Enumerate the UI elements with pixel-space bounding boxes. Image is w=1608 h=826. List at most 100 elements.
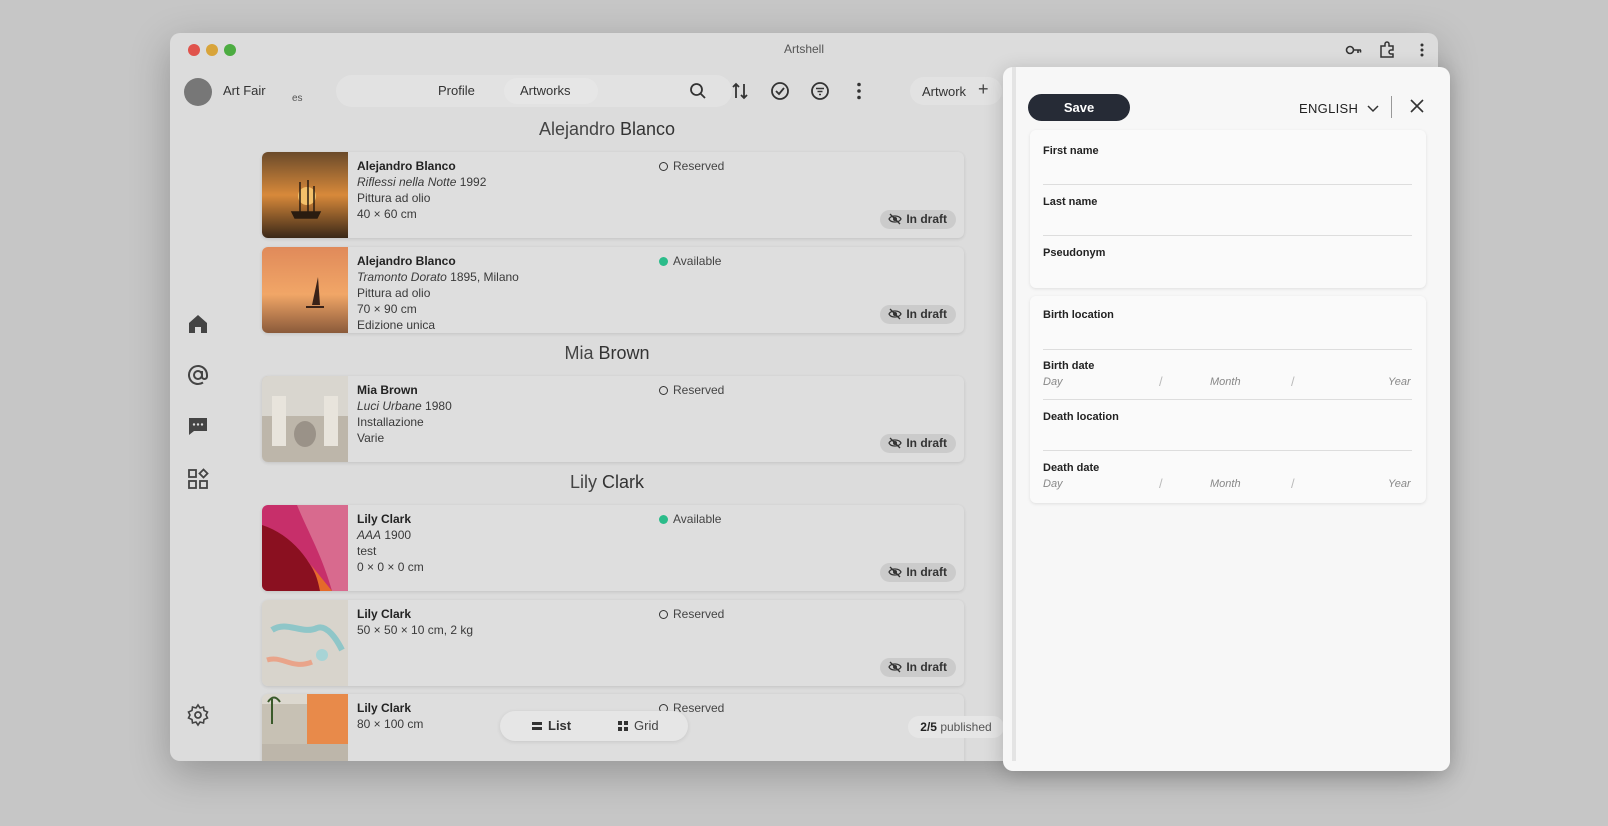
view-toggle: List Grid	[500, 711, 688, 741]
birth-location-field[interactable]	[1043, 349, 1412, 350]
death-location-label: Death location	[1043, 411, 1119, 423]
eye-off-icon	[888, 308, 903, 320]
card-title: Luci Urbane 1980	[357, 399, 452, 413]
org-subtitle: es	[292, 93, 303, 104]
sort-icon[interactable]	[728, 79, 752, 103]
birth-month-input[interactable]: Month	[1210, 376, 1241, 388]
card-dimensions: 70 × 90 cm	[357, 302, 417, 316]
available-dot-icon	[659, 257, 668, 266]
list-view-button[interactable]: List	[532, 718, 571, 733]
at-sign-icon[interactable]	[186, 363, 210, 387]
card-artist: Lily Clark	[357, 701, 412, 715]
artwork-thumbnail	[262, 152, 348, 238]
eye-off-icon	[888, 213, 903, 225]
draft-badge[interactable]: In draft	[880, 305, 956, 324]
card-medium: test	[357, 544, 377, 558]
available-dot-icon	[659, 515, 668, 524]
chat-icon[interactable]	[186, 414, 210, 438]
status-badge: Available	[659, 512, 721, 526]
artwork-card[interactable]: Lily Clark AAA 1900 test 0 × 0 × 0 cm Av…	[262, 505, 964, 591]
add-artwork-button[interactable]: Artwork +	[910, 77, 1002, 105]
tab-artworks[interactable]: Artworks	[520, 83, 571, 98]
artist-heading: Mia Brown	[564, 343, 650, 363]
death-day-input[interactable]: Day	[1043, 478, 1063, 490]
card-edition: Edizione unica	[357, 318, 436, 332]
status-badge: Available	[659, 254, 721, 268]
birth-year-input[interactable]: Year	[1388, 376, 1411, 388]
title-bar: Artshell	[170, 33, 1438, 65]
pseudonym-field[interactable]	[1043, 280, 1412, 281]
birth-day-input[interactable]: Day	[1043, 376, 1063, 388]
draft-badge[interactable]: In draft	[880, 434, 956, 453]
grid-view-button[interactable]: Grid	[618, 718, 659, 733]
card-dimensions: 50 × 50 × 10 cm, 2 kg	[357, 623, 474, 637]
artwork-thumbnail	[262, 247, 348, 333]
death-location-field[interactable]	[1043, 450, 1412, 451]
date-separator: /	[1159, 374, 1163, 389]
artwork-thumbnail	[262, 505, 348, 591]
close-icon[interactable]	[1408, 97, 1426, 115]
card-dimensions: Varie	[357, 431, 385, 445]
window-title: Artshell	[783, 42, 824, 56]
date-separator: /	[1291, 374, 1295, 389]
first-name-field[interactable]	[1043, 184, 1412, 185]
tab-profile[interactable]: Profile	[438, 83, 475, 98]
save-button[interactable]: Save	[1028, 94, 1130, 121]
draft-badge[interactable]: In draft	[880, 658, 956, 677]
add-artwork-label: Artwork	[922, 84, 967, 99]
clock-icon	[659, 162, 668, 171]
key-icon[interactable]	[1345, 41, 1363, 59]
draft-badge[interactable]: In draft	[880, 210, 956, 229]
draft-badge[interactable]: In draft	[880, 563, 956, 582]
grid-icon	[618, 721, 628, 731]
published-count-badge: 2/5 published	[908, 716, 1004, 738]
card-title: AAA 1900	[357, 528, 412, 542]
artwork-thumbnail	[262, 376, 348, 462]
org-avatar[interactable]	[184, 78, 212, 106]
birth-location-label: Birth location	[1043, 309, 1114, 321]
card-medium: Pittura ad olio	[357, 286, 431, 300]
card-medium: Installazione	[357, 415, 424, 429]
artwork-card[interactable]: Mia Brown Luci Urbane 1980 Installazione…	[262, 376, 964, 462]
more-options-icon[interactable]	[847, 79, 871, 103]
clock-icon	[659, 386, 668, 395]
artwork-card[interactable]: Alejandro Blanco Riflessi nella Notte 19…	[262, 152, 964, 238]
eye-off-icon	[888, 437, 903, 449]
chevron-down-icon	[1367, 105, 1379, 113]
artist-heading: Lily Clark	[569, 472, 645, 492]
birth-date-label: Birth date	[1043, 360, 1095, 372]
card-dimensions: 40 × 60 cm	[357, 207, 417, 221]
org-name[interactable]: Art Fair	[223, 83, 266, 98]
date-separator: /	[1159, 476, 1163, 491]
language-select[interactable]: ENGLISH	[1299, 101, 1379, 116]
card-artist: Alejandro Blanco	[357, 159, 456, 173]
artwork-card[interactable]: Lily Clark 50 × 50 × 10 cm, 2 kg Reserve…	[262, 600, 964, 686]
date-separator: /	[1291, 476, 1295, 491]
select-check-icon[interactable]	[768, 79, 792, 103]
pseudonym-label: Pseudonym	[1043, 247, 1106, 259]
card-medium: Pittura ad olio	[357, 191, 431, 205]
extensions-icon[interactable]	[1378, 41, 1396, 59]
card-title: Tramonto Dorato 1895, Milano	[357, 270, 519, 284]
last-name-field[interactable]	[1043, 235, 1412, 236]
death-date-label: Death date	[1043, 462, 1100, 474]
status-badge: Reserved	[659, 383, 724, 397]
settings-gear-icon[interactable]	[186, 703, 210, 727]
death-year-input[interactable]: Year	[1388, 478, 1411, 490]
more-vertical-icon[interactable]	[1413, 41, 1431, 59]
home-icon[interactable]	[186, 312, 210, 336]
filter-icon[interactable]	[808, 79, 832, 103]
search-icon[interactable]	[688, 81, 708, 101]
birth-date-underline	[1043, 399, 1412, 400]
artwork-thumbnail	[262, 600, 348, 686]
card-artist: Lily Clark	[357, 607, 412, 621]
death-month-input[interactable]: Month	[1210, 478, 1241, 490]
artist-heading: Alejandro Blanco	[538, 119, 676, 139]
plus-icon: +	[978, 79, 989, 99]
panel-divider	[1012, 67, 1016, 761]
artwork-card[interactable]: Alejandro Blanco Tramonto Dorato 1895, M…	[262, 247, 964, 333]
status-badge: Reserved	[659, 607, 724, 621]
card-artist: Lily Clark	[357, 512, 412, 526]
panel-separator	[1391, 96, 1392, 118]
eye-off-icon	[888, 661, 903, 673]
